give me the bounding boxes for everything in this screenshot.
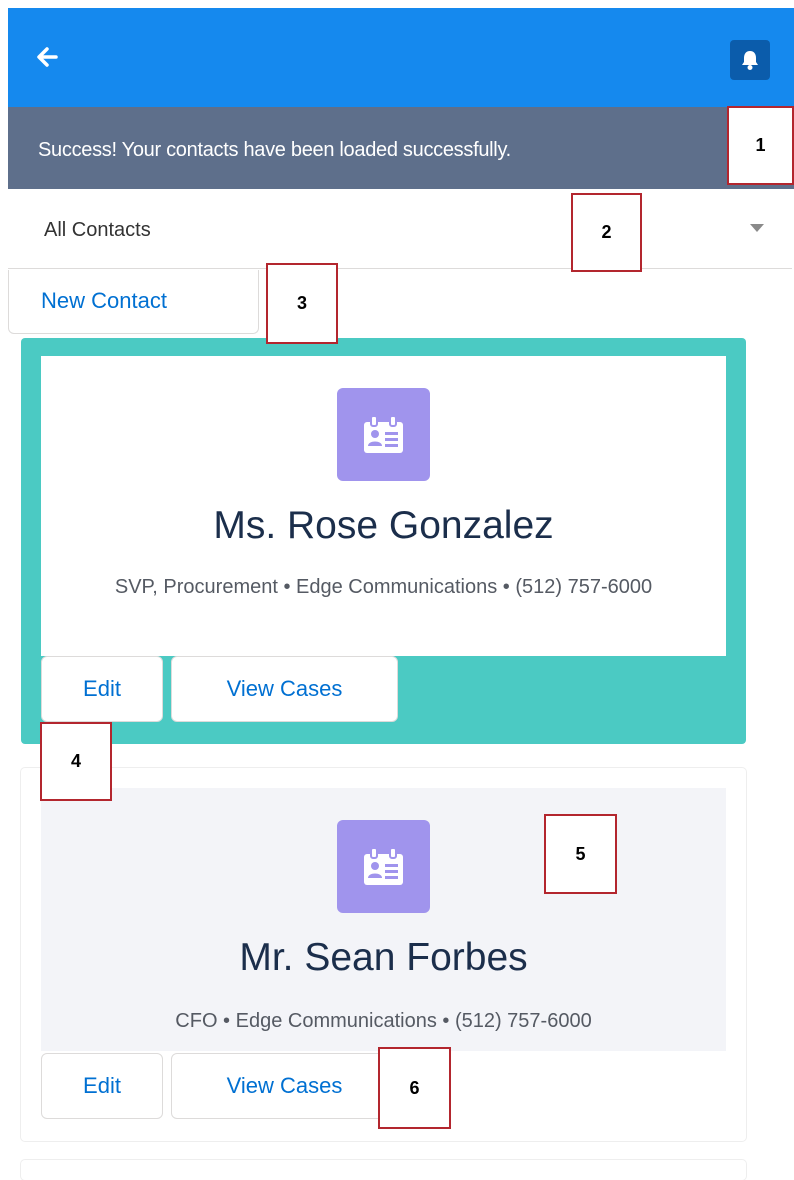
header-bar [8, 8, 794, 107]
arrow-left-icon [37, 47, 58, 67]
contact-detail: CFO • Edge Communications • (512) 757-60… [175, 1010, 592, 1032]
callout-1: 1 [727, 106, 794, 185]
callout-3: 3 [266, 263, 338, 344]
contact-card-icon [364, 415, 403, 453]
view-cases-button[interactable]: View Cases [171, 656, 398, 722]
edit-button[interactable]: Edit [41, 1053, 163, 1119]
edit-button[interactable]: Edit [41, 656, 163, 722]
notifications-button[interactable] [730, 40, 770, 80]
callout-4: 4 [40, 722, 112, 801]
caret-down-icon [750, 224, 764, 232]
toast-message: Success! Your contacts have been loaded … [38, 139, 511, 161]
contact-name[interactable]: Ms. Rose Gonzalez [41, 504, 726, 548]
contact-avatar [337, 388, 430, 481]
list-view-label: All Contacts [44, 219, 151, 241]
callout-5: 5 [544, 814, 617, 894]
view-cases-button[interactable]: View Cases [171, 1053, 398, 1119]
new-contact-button[interactable]: New Contact [8, 270, 259, 334]
success-toast: Success! Your contacts have been loaded … [8, 107, 794, 189]
bell-icon [742, 51, 758, 70]
contact-card-body: Mr. Sean Forbes CFO • Edge Communication… [41, 788, 726, 1051]
contact-card-icon [364, 847, 403, 885]
new-contact-label: New Contact [41, 288, 167, 313]
contact-card-partial [21, 1160, 746, 1180]
contact-avatar [337, 820, 430, 913]
back-button[interactable] [32, 42, 62, 72]
list-view-selector[interactable]: All Contacts [8, 189, 792, 269]
contact-card-selected[interactable]: Ms. Rose Gonzalez SVP, Procurement • Edg… [21, 338, 746, 744]
contact-name[interactable]: Mr. Sean Forbes [41, 936, 726, 980]
callout-6: 6 [378, 1047, 451, 1129]
contact-detail: SVP, Procurement • Edge Communications •… [114, 576, 653, 598]
contact-card-body: Ms. Rose Gonzalez SVP, Procurement • Edg… [41, 356, 726, 656]
callout-2: 2 [571, 193, 642, 272]
